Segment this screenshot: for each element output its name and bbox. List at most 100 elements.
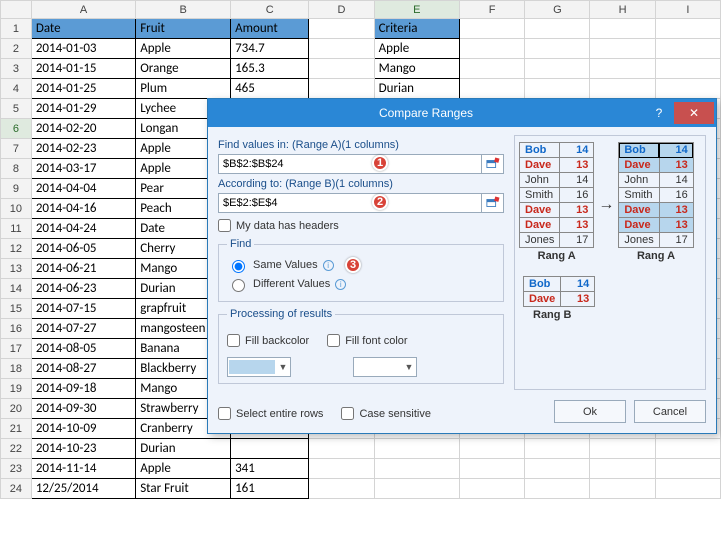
cell[interactable]: Criteria	[374, 19, 459, 39]
row-header[interactable]: 6	[1, 119, 32, 139]
cell[interactable]: Plum	[136, 79, 231, 99]
cell[interactable]: 2014-04-04	[31, 179, 135, 199]
row-header[interactable]: 22	[1, 439, 32, 459]
cell[interactable]	[231, 439, 309, 459]
cell[interactable]: Apple	[136, 459, 231, 479]
row-header[interactable]: 9	[1, 179, 32, 199]
fill-fontcolor-row[interactable]: Fill font color	[327, 334, 407, 347]
cell[interactable]: Star Fruit	[136, 479, 231, 499]
cell[interactable]: Fruit	[136, 19, 231, 39]
row-header[interactable]: 10	[1, 199, 32, 219]
backcolor-dropdown[interactable]: ▼	[227, 357, 291, 377]
select-entire-rows-row[interactable]: Select entire rows	[218, 407, 323, 420]
row-header[interactable]: 14	[1, 279, 32, 299]
cell[interactable]	[309, 59, 374, 79]
dialog-titlebar[interactable]: Compare Ranges ? ✕	[208, 99, 716, 127]
cell[interactable]	[590, 19, 655, 39]
fill-backcolor-row[interactable]: Fill backcolor	[227, 334, 309, 347]
cell[interactable]: 2014-11-14	[31, 459, 135, 479]
cell[interactable]: 2014-06-21	[31, 259, 135, 279]
cancel-button[interactable]: Cancel	[634, 400, 706, 423]
cell[interactable]	[460, 39, 525, 59]
cell[interactable]: Amount	[231, 19, 309, 39]
cell[interactable]: 2014-06-05	[31, 239, 135, 259]
range-a-ref-button[interactable]	[482, 154, 504, 174]
row-header[interactable]: 17	[1, 339, 32, 359]
cell[interactable]	[374, 479, 459, 499]
cell[interactable]	[525, 439, 590, 459]
row-header[interactable]: 2	[1, 39, 32, 59]
cell[interactable]	[460, 59, 525, 79]
column-header-A[interactable]: A	[31, 1, 135, 19]
column-header-B[interactable]: B	[136, 1, 231, 19]
cell[interactable]	[590, 79, 655, 99]
has-headers-checkbox[interactable]	[218, 219, 231, 232]
cell[interactable]	[460, 79, 525, 99]
cell[interactable]	[590, 459, 655, 479]
different-values-radio[interactable]	[232, 279, 245, 292]
row-header[interactable]: 7	[1, 139, 32, 159]
row-header[interactable]: 24	[1, 479, 32, 499]
cell[interactable]	[309, 79, 374, 99]
row-header[interactable]: 21	[1, 419, 32, 439]
cell[interactable]	[655, 479, 720, 499]
cell[interactable]	[460, 479, 525, 499]
cell[interactable]	[374, 439, 459, 459]
cell[interactable]: Orange	[136, 59, 231, 79]
close-button[interactable]: ✕	[674, 102, 714, 124]
range-a-input[interactable]	[218, 154, 482, 174]
cell[interactable]	[525, 459, 590, 479]
row-header[interactable]: 15	[1, 299, 32, 319]
cell[interactable]	[309, 479, 374, 499]
fill-fontcolor-checkbox[interactable]	[327, 334, 340, 347]
cell[interactable]	[309, 19, 374, 39]
column-header-D[interactable]: D	[309, 1, 374, 19]
row-header[interactable]: 16	[1, 319, 32, 339]
cell[interactable]: Date	[31, 19, 135, 39]
cell[interactable]: 2014-01-03	[31, 39, 135, 59]
cell[interactable]: 2014-03-17	[31, 159, 135, 179]
cell[interactable]: 2014-01-29	[31, 99, 135, 119]
cell[interactable]	[655, 459, 720, 479]
row-header[interactable]: 23	[1, 459, 32, 479]
row-header[interactable]: 5	[1, 99, 32, 119]
cell[interactable]: 2014-01-15	[31, 59, 135, 79]
cell[interactable]	[525, 59, 590, 79]
cell[interactable]	[655, 59, 720, 79]
cell[interactable]	[525, 479, 590, 499]
same-values-radio-row[interactable]: Same Values i 3	[227, 257, 495, 273]
cell[interactable]: 734.7	[231, 39, 309, 59]
cell[interactable]: 465	[231, 79, 309, 99]
cell[interactable]: 2014-07-15	[31, 299, 135, 319]
ok-button[interactable]: Ok	[554, 400, 626, 423]
cell[interactable]	[655, 79, 720, 99]
cell[interactable]	[655, 439, 720, 459]
column-header-C[interactable]: C	[231, 1, 309, 19]
cell[interactable]: 2014-02-23	[31, 139, 135, 159]
help-button[interactable]: ?	[644, 102, 674, 124]
cell[interactable]	[525, 79, 590, 99]
range-b-input[interactable]	[218, 193, 482, 213]
fontcolor-dropdown[interactable]: ▼	[353, 357, 417, 377]
cell[interactable]: 341	[231, 459, 309, 479]
cell[interactable]: Apple	[374, 39, 459, 59]
cell[interactable]	[590, 439, 655, 459]
case-sensitive-row[interactable]: Case sensitive	[341, 407, 431, 420]
range-b-ref-button[interactable]	[482, 193, 504, 213]
cell[interactable]	[525, 19, 590, 39]
cell[interactable]	[460, 19, 525, 39]
cell[interactable]: 2014-04-24	[31, 219, 135, 239]
cell[interactable]: 2014-09-30	[31, 399, 135, 419]
select-entire-rows-checkbox[interactable]	[218, 407, 231, 420]
different-values-radio-row[interactable]: Different Values i	[227, 276, 495, 292]
row-header[interactable]: 13	[1, 259, 32, 279]
cell[interactable]	[590, 479, 655, 499]
column-header-E[interactable]: E	[374, 1, 459, 19]
cell[interactable]: 12/25/2014	[31, 479, 135, 499]
row-header[interactable]: 8	[1, 159, 32, 179]
cell[interactable]: 2014-10-09	[31, 419, 135, 439]
cell[interactable]	[590, 59, 655, 79]
row-header[interactable]: 19	[1, 379, 32, 399]
column-header-H[interactable]: H	[590, 1, 655, 19]
same-values-radio[interactable]	[232, 260, 245, 273]
